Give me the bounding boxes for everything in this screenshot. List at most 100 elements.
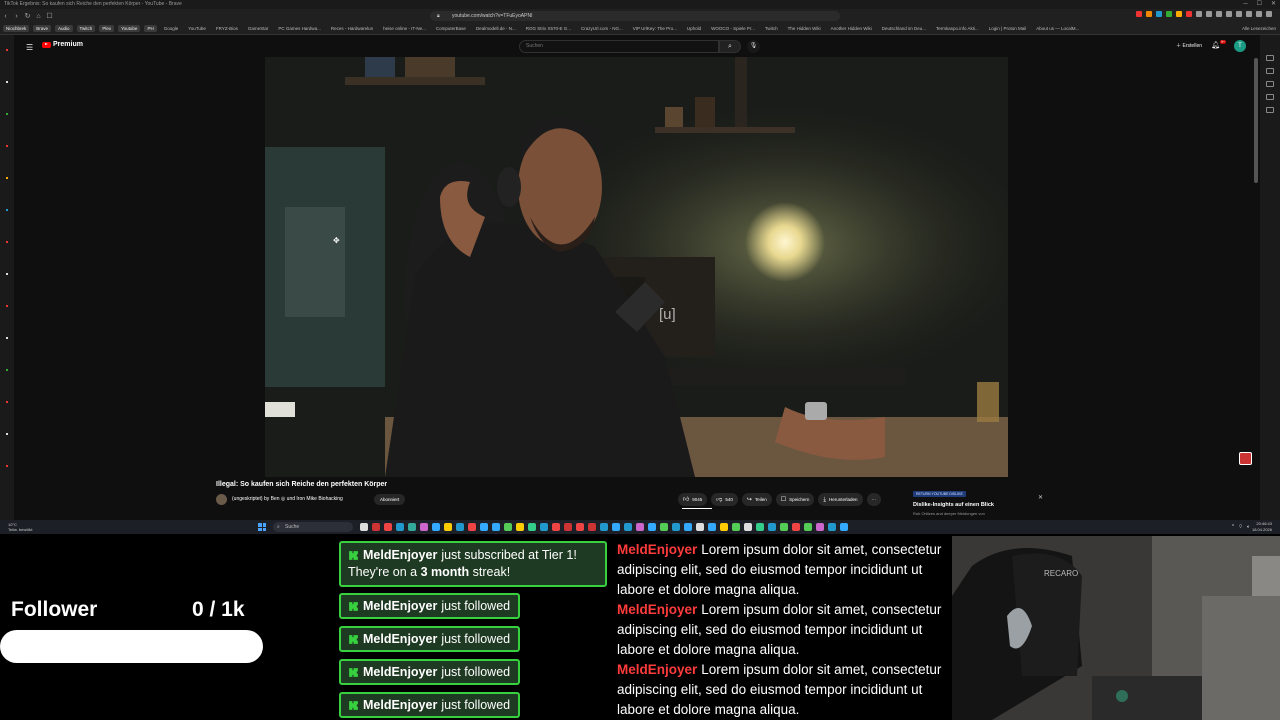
side-panel-icon[interactable] [6,241,8,243]
taskbar-app-icon[interactable] [384,523,392,531]
browser-extension-icon[interactable] [1226,11,1232,17]
taskbar-app-icon[interactable] [576,523,584,531]
home-icon[interactable]: ⌂ [33,11,44,22]
side-panel-icon[interactable] [6,401,8,403]
panel-icon[interactable] [1266,55,1274,61]
taskbar-app-icon[interactable] [396,523,404,531]
browser-extension-icon[interactable] [1266,11,1272,17]
taskbar-app-icon[interactable] [708,523,716,531]
like-button[interactable]: 👍︎ 9045 [678,493,708,506]
browser-extension-icon[interactable] [1186,11,1192,17]
search-button[interactable]: ⌕ [719,40,741,53]
bookmark-item[interactable]: CrazyUrl.com - NG... [578,25,626,32]
side-panel-icon[interactable] [6,369,8,371]
browser-extension-icon[interactable] [1256,11,1262,17]
volume-icon[interactable]: 🔈︎ [1247,524,1250,530]
taskbar-app-icon[interactable] [492,523,500,531]
taskbar-app-icon[interactable] [828,523,836,531]
bookmark-item[interactable]: Twitch [76,25,96,32]
bookmark-item[interactable]: Plex [99,25,115,32]
taskbar-app-icon[interactable] [408,523,416,531]
bookmark-item[interactable]: Deutschland im Deu... [879,25,929,32]
reload-icon[interactable]: ↻ [22,11,33,22]
taskbar-app-icon[interactable] [660,523,668,531]
rudl-promo-title[interactable]: Dislike-Insights auf einen Blick [913,502,994,508]
subscribed-button[interactable]: Abonniert [374,494,406,505]
bookmark-item[interactable]: ComputerBase [433,25,469,32]
taskbar-app-icon[interactable] [612,523,620,531]
taskbar-app-icon[interactable] [528,523,536,531]
browser-extension-icon[interactable] [1236,11,1242,17]
taskbar-app-icon[interactable] [636,523,644,531]
bookmark-item[interactable]: Uphold [684,25,704,32]
more-actions-button[interactable]: ··· [866,493,882,506]
taskbar-app-icon[interactable] [840,523,848,531]
taskbar-app-icon[interactable] [456,523,464,531]
taskbar-app-icon[interactable] [804,523,812,531]
bookmark-item[interactable]: Niochbrek [3,25,30,32]
clock[interactable]: 20:46:43 18.04.2026 [1252,521,1272,533]
minimize-icon[interactable]: ─ [1243,0,1247,9]
bookmark-item[interactable]: Another Hidden Wiki [828,25,875,32]
close-icon[interactable]: ✕ [1038,494,1043,501]
notifications-bell-icon[interactable]: 🔔︎ [1211,41,1220,49]
browser-extension-icon[interactable] [1206,11,1212,17]
taskbar-search-input[interactable]: ⌕ Suche [273,522,353,532]
side-panel-icon[interactable] [6,113,8,115]
taskbar-app-icon[interactable] [444,523,452,531]
side-panel-icon[interactable] [6,273,8,275]
bookmark-item[interactable]: heise online - IT-Ne... [380,25,429,32]
taskbar-app-icon[interactable] [432,523,440,531]
bookmark-item[interactable]: FRYZ-Bios [213,25,241,32]
forward-icon[interactable]: › [11,11,22,22]
taskbar-app-icon[interactable] [564,523,572,531]
taskbar-app-icon[interactable] [696,523,704,531]
all-bookmarks-link[interactable]: Alle Lesezeichen [1242,23,1276,34]
taskbar-app-icon[interactable] [720,523,728,531]
taskbar-app-icon[interactable] [360,523,368,531]
bookmark-item[interactable]: Brave [33,25,52,32]
bookmark-item[interactable]: GameStar [245,25,272,32]
taskbar-app-icon[interactable] [648,523,656,531]
side-panel-icon[interactable] [6,49,8,51]
side-panel-icon[interactable] [6,433,8,435]
weather-widget[interactable]: 10°C Teilw. bewölkt [8,522,32,532]
browser-extension-icon[interactable] [1216,11,1222,17]
windows-start-icon[interactable] [258,523,266,531]
taskbar-app-icon[interactable] [756,523,764,531]
maximize-icon[interactable]: ☐ [1257,0,1262,9]
bookmark-item[interactable]: PH [144,25,157,32]
taskbar-app-icon[interactable] [516,523,524,531]
browser-extension-icon[interactable] [1156,11,1162,17]
taskbar-app-icon[interactable] [780,523,788,531]
create-button[interactable]: ＋ Erstellen [1176,41,1202,52]
taskbar-app-icon[interactable] [792,523,800,531]
side-panel-icon[interactable] [6,177,8,179]
taskbar-app-icon[interactable] [744,523,752,531]
video-player[interactable]: [u] [265,57,1008,477]
panel-icon[interactable] [1266,81,1274,87]
search-input[interactable]: Suchen [519,40,719,53]
taskbar-app-icon[interactable] [372,523,380,531]
bookmark-item[interactable]: Dealmodell.de - N... [473,25,519,32]
bookmark-item[interactable]: Reces - Hardwarelun [328,25,376,32]
chevron-up-icon[interactable]: ^ [1232,524,1234,530]
taskbar-app-icon[interactable] [684,523,692,531]
bookmark-item[interactable]: About us — LocalM... [1033,25,1082,32]
bookmark-item[interactable]: The Hidden Wiki [785,25,824,32]
taskbar-app-icon[interactable] [732,523,740,531]
panel-icon[interactable] [1266,107,1274,113]
bookmark-item[interactable]: Youtube [118,25,141,32]
voice-search-button[interactable]: 🎙︎ [747,40,760,53]
taskbar-app-icon[interactable] [624,523,632,531]
bookmark-item[interactable]: Google [161,25,182,32]
account-avatar[interactable]: T [1234,40,1246,52]
browser-extension-icon[interactable] [1136,11,1142,17]
share-button[interactable]: ↪ Teilen [741,493,772,506]
bookmark-item[interactable]: ROG Strix X570-E G... [523,25,574,32]
bookmark-item[interactable]: Twitch [762,25,781,32]
address-bar[interactable]: 🔒︎ youtube.com/watch?v=TFuEyoAPNI [430,11,840,21]
taskbar-app-icon[interactable] [480,523,488,531]
channel-name[interactable]: (ungeskriptet) by Ben ◎ und Iron Mike Bi… [232,496,343,502]
channel-avatar[interactable] [216,494,227,505]
